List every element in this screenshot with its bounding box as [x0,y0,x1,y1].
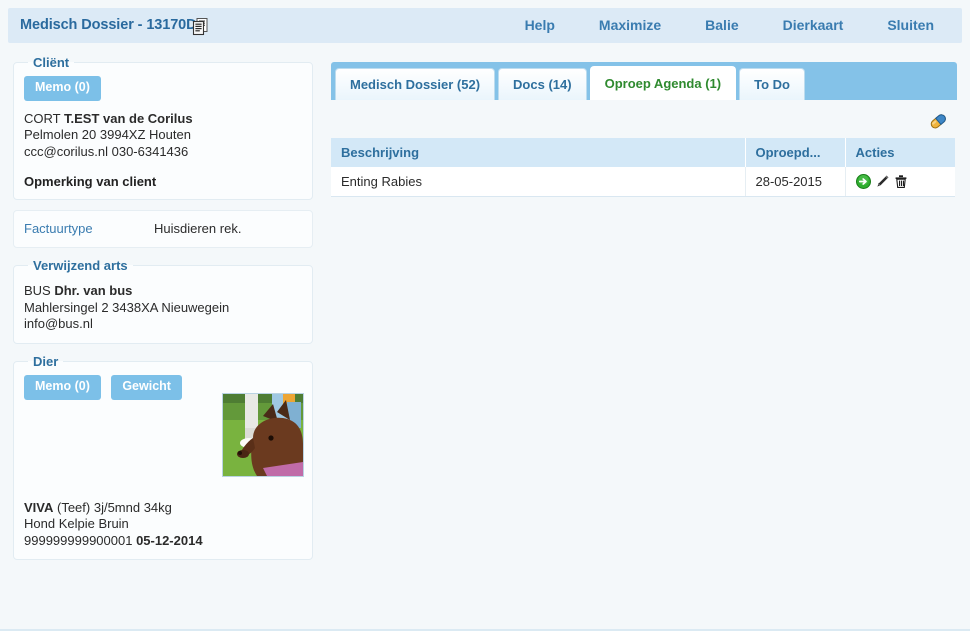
app-window: Medisch Dossier - 13170DI Help Maximize … [0,0,970,631]
pill-icon[interactable] [927,110,949,132]
client-name-line: CORT T.EST van de Corilus [24,111,302,128]
nav-maximize[interactable]: Maximize [577,8,683,43]
animal-chip-number: 999999999900001 [24,532,137,548]
animal-attributes: (Teef) 3j/5mnd 34kg [53,499,172,515]
factuurtype-value: Huisdieren rek. [154,221,242,237]
documents-icon[interactable] [191,17,210,36]
animal-name-line: VIVA (Teef) 3j/5mnd 34kg [24,500,302,517]
animal-memo-button[interactable]: Memo (0) [24,374,101,400]
factuurtype-row: Factuurtype Huisdieren rek. [13,210,313,249]
page-title: Medisch Dossier - 13170DI [20,17,201,33]
content-toolbar [331,106,957,136]
column-header-oproepdatum[interactable]: Oproepd... [745,138,846,167]
tab-to-do[interactable]: To Do [739,68,805,100]
nav-balie[interactable]: Balie [683,8,760,43]
cell-beschrijving: Enting Rabies [331,167,746,197]
table-row[interactable]: Enting Rabies 28-05-2015 [331,167,955,197]
table-header-row: Beschrijving Oproepd... Acties [331,138,955,167]
tab-docs[interactable]: Docs (14) [498,68,587,100]
nav-dierkaart[interactable]: Dierkaart [761,8,866,43]
row-actions [855,174,946,189]
client-memo-button[interactable]: Memo (0) [24,76,101,101]
animal-chip-line: 999999999900001 05-12-2014 [24,533,302,550]
tab-oproep-agenda[interactable]: Oproep Agenda (1) [589,66,737,100]
column-header-acties: Acties [845,138,955,167]
referring-vet-name-line: BUS Dhr. van bus [24,283,302,300]
animal-details: VIVA (Teef) 3j/5mnd 34kg Hond Kelpie Bru… [24,500,302,550]
referring-vet-legend: Verwijzend arts [33,258,128,274]
animal-name: VIVA [24,499,54,515]
animal-photo[interactable] [222,392,304,477]
client-name: T.EST van de Corilus [63,110,193,126]
client-note: Opmerking van client [24,174,157,190]
app-header: Medisch Dossier - 13170DI Help Maximize … [8,8,962,43]
referring-vet-name: Dhr. van bus [54,283,133,299]
nav-sluiten[interactable]: Sluiten [865,8,956,43]
header-nav: Help Maximize Balie Dierkaart Sluiten [503,8,956,43]
referring-vet-email: info@bus.nl [24,316,93,332]
client-details: CORT T.EST van de Corilus Pelmolen 20 39… [24,111,302,161]
oproep-agenda-table: Beschrijving Oproepd... Acties Enting Ra… [331,138,955,197]
animal-panel-legend: Dier [33,353,59,369]
column-header-beschrijving[interactable]: Beschrijving [331,138,746,167]
nav-help[interactable]: Help [503,8,577,43]
tab-medisch-dossier[interactable]: Medisch Dossier (52) [335,68,496,100]
client-panel-legend: Cliënt [33,55,70,70]
client-contact: ccc@corilus.nl 030-6341436 [24,143,189,159]
cell-oproepdatum: 28-05-2015 [745,167,846,197]
referring-vet-details: BUS Dhr. van bus Mahlersingel 2 3438XA N… [24,283,302,333]
referring-vet-prefix: BUS [24,283,55,299]
client-panel: Cliënt Memo (0) CORT T.EST van de Corilu… [13,55,313,201]
main-content: Medisch Dossier (52) Docs (14) Oproep Ag… [331,62,957,197]
referring-vet-panel: Verwijzend arts BUS Dhr. van bus Mahlers… [13,258,313,344]
animal-chip-date: 05-12-2014 [136,532,203,548]
animal-weight-button[interactable]: Gewicht [111,374,182,400]
edit-icon[interactable] [875,174,890,189]
animal-breed: Hond Kelpie Bruin [24,516,129,531]
sidebar: Cliënt Memo (0) CORT T.EST van de Corilu… [13,55,313,570]
client-address: Pelmolen 20 3994XZ Houten [24,127,191,143]
factuurtype-label: Factuurtype [24,221,93,237]
animal-panel: Dier Memo (0) Gewicht VIVA (Teef) 3j/5mn… [13,353,313,560]
delete-icon[interactable] [894,174,908,189]
client-name-prefix: CORT [24,110,64,126]
referring-vet-address: Mahlersingel 2 3438XA Nieuwegein [24,299,230,315]
cell-acties [845,167,955,197]
go-icon[interactable] [855,174,871,189]
tab-bar: Medisch Dossier (52) Docs (14) Oproep Ag… [331,62,957,100]
